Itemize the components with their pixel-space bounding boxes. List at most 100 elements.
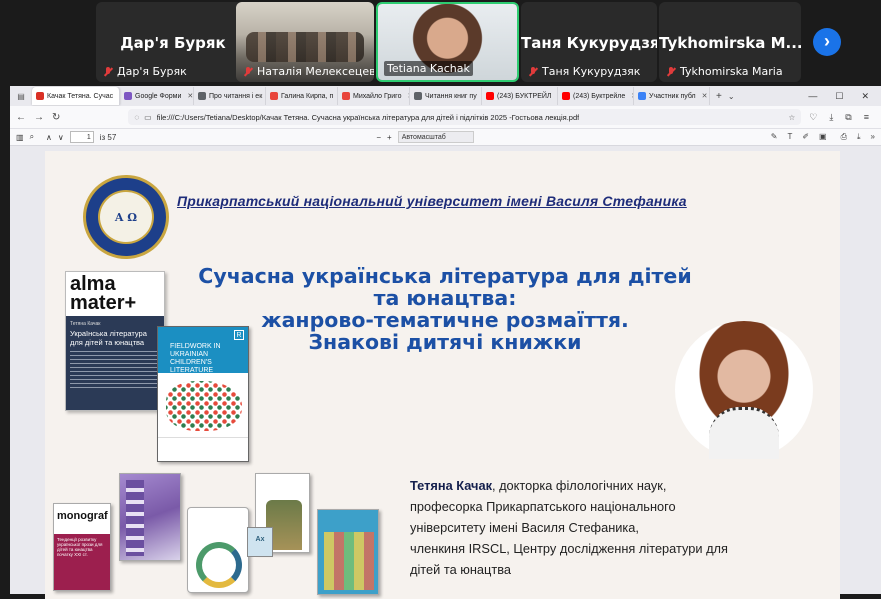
chevron-right-icon: › xyxy=(824,31,830,51)
book-cover-alma-mater: alma mater+ Тетяна Качак Українська літе… xyxy=(65,271,165,411)
chevron-down-icon[interactable]: ⌄ xyxy=(728,92,735,101)
site-icon xyxy=(270,92,278,100)
page-number-input[interactable]: 1 xyxy=(69,131,94,143)
pocket-icon[interactable]: ♡ xyxy=(809,112,817,123)
book-cover-fieldwork: R Fieldwork in Ukrainian Children's Lite… xyxy=(157,326,249,462)
address-bar-text: file:///C:/Users/Tetiana/Desktop/Качак Т… xyxy=(156,112,580,122)
site-icon xyxy=(638,92,646,100)
tab-reading[interactable]: Про читання і ек ✕ xyxy=(194,87,266,105)
participant-name: Дар'я Буряк xyxy=(120,34,226,52)
new-tab-button[interactable]: + xyxy=(710,91,728,102)
tab-list-icon[interactable]: ▤ xyxy=(10,92,32,101)
author-university: університету імені Василя Стефаника, xyxy=(410,520,639,535)
page-down-icon[interactable]: ∨ xyxy=(58,133,64,142)
book-cover-blue-grid xyxy=(317,509,379,595)
pdf-toolbar: ▥ ⌕ ∧ ∨ 1 із 57 − + Автомасштаб ✎ T ✐ ▣ … xyxy=(10,128,881,146)
extensions-icon[interactable]: ⧉ xyxy=(845,112,851,123)
minimize-icon[interactable]: — xyxy=(808,91,817,102)
participant-caption: Таня Кукурудзяк xyxy=(527,65,640,78)
save-icon[interactable]: ⤓ xyxy=(857,132,861,142)
downloads-icon[interactable]: ⤓ xyxy=(829,112,833,123)
tab-label: Михайло Григо xyxy=(353,92,402,100)
toolbar-icons: ♡ ⤓ ⧉ ≡ xyxy=(809,112,875,123)
text-icon[interactable]: T xyxy=(787,132,792,142)
book-cover-ring xyxy=(187,507,249,593)
participant-caption-label: Tykhomirska Maria xyxy=(680,65,783,78)
more-tools-icon[interactable]: » xyxy=(871,132,875,142)
tab-pdf-lecture[interactable]: Качак Тетяна. Сучас ✕ xyxy=(32,87,120,105)
book-brand: alma mater+ xyxy=(70,273,137,314)
pdf-annotation-tools: ✎ T ✐ ▣ ⎙ ⤓ » xyxy=(771,132,875,142)
author-position: професорка Прикарпатського національного xyxy=(410,499,676,514)
participant-tile-nataliia[interactable]: Наталія Мелексецева xyxy=(236,2,374,82)
tab-youtube-1[interactable]: (243) БУКТРЕЙЛ ✕ xyxy=(482,87,558,105)
tab-youtube-2[interactable]: (243) Буктрейле ✕ xyxy=(558,87,634,105)
tab-participant[interactable]: Участник публ ✕ xyxy=(634,87,710,105)
tab-reading-books[interactable]: Читання книг пу ✕ xyxy=(410,87,482,105)
mic-muted-icon xyxy=(242,66,254,78)
sidebar-toggle-icon[interactable]: ▥ xyxy=(16,133,24,142)
close-tab-icon[interactable]: ✕ xyxy=(184,92,193,100)
participant-caption-label: Дар'я Буряк xyxy=(117,65,187,78)
reload-icon[interactable]: ↻ xyxy=(52,112,60,123)
google-forms-icon xyxy=(124,92,132,100)
book-title: Тенденції розвитку української прози для… xyxy=(54,534,110,590)
book-mini-label: Ax xyxy=(255,536,265,543)
participant-tile-tetiana-speaking[interactable]: Tetiana Kachak xyxy=(376,2,519,82)
participant-caption: Наталія Мелексецева xyxy=(242,65,374,78)
book-author: Тетяна Качак xyxy=(70,321,101,327)
navigation-bar: ← → ↻ ◌ ▭ file:///C:/Users/Tetiana/Deskt… xyxy=(10,106,881,128)
tab-halyna-kyrpa[interactable]: Галина Кирпа, п ✕ xyxy=(266,87,338,105)
bookmark-star-icon[interactable]: ☆ xyxy=(789,113,796,122)
back-arrow-icon[interactable]: ← xyxy=(16,112,26,123)
lecture-title: Сучасна українська література для дітей … xyxy=(195,265,695,353)
participant-tile-darya[interactable]: Дар'я Буряк Дар'я Буряк xyxy=(96,2,250,82)
address-bar[interactable]: ◌ ▭ file:///C:/Users/Tetiana/Desktop/Кач… xyxy=(128,109,802,125)
tab-google-forms[interactable]: Google Форми ✕ xyxy=(120,87,194,105)
print-icon[interactable]: ⎙ xyxy=(841,132,847,142)
participant-caption: Tykhomirska Maria xyxy=(665,65,783,78)
page-count: із 57 xyxy=(99,132,117,142)
menu-icon[interactable]: ≡ xyxy=(864,112,869,123)
tab-label: (243) БУКТРЕЙЛ xyxy=(497,92,552,100)
image-icon[interactable]: ▣ xyxy=(819,132,827,142)
page-up-icon[interactable]: ∧ xyxy=(46,133,52,142)
file-icon: ▭ xyxy=(144,112,152,122)
participant-tile-tanya[interactable]: Таня Кукурудзяк Таня Кукурудзяк xyxy=(521,2,657,82)
tab-label: (243) Буктрейле xyxy=(573,92,626,100)
tab-label: Про читання і ек xyxy=(209,92,263,100)
author-membership-cont: дітей та юнацтва xyxy=(410,562,511,577)
close-window-icon[interactable]: ✕ xyxy=(861,91,869,102)
draw-icon[interactable]: ✐ xyxy=(802,132,809,142)
participant-tile-tykhomirska[interactable]: Tykhomirska M... Tykhomirska Maria xyxy=(659,2,801,82)
publisher-logo: R xyxy=(234,330,244,340)
close-tab-icon[interactable]: ✕ xyxy=(699,92,708,100)
zoom-in-button[interactable]: + xyxy=(387,133,392,142)
university-name: Прикарпатський національний університет … xyxy=(177,193,687,209)
youtube-icon xyxy=(486,92,494,100)
pdf-viewer[interactable]: Α Ω Прикарпатський національний універси… xyxy=(10,146,881,599)
highlight-icon[interactable]: ✎ xyxy=(771,132,778,142)
book-cover-purple xyxy=(119,473,181,561)
tab-mykhailo[interactable]: Михайло Григо ✕ xyxy=(338,87,410,105)
zoom-select[interactable]: Автомасштаб xyxy=(397,131,474,143)
zoom-out-button[interactable]: − xyxy=(376,133,381,142)
forward-arrow-icon[interactable]: → xyxy=(34,112,44,123)
maximize-icon[interactable]: ☐ xyxy=(835,91,843,102)
mic-muted-icon xyxy=(527,66,539,78)
search-icon[interactable]: ⌕ xyxy=(30,132,34,142)
next-participants-button[interactable]: › xyxy=(813,28,841,56)
tab-label: Читання книг пу xyxy=(425,92,477,100)
book-map-illustration xyxy=(158,373,248,439)
meeting-participant-strip: Дар'я Буряк Дар'я Буряк Наталія Мелексец… xyxy=(0,0,881,84)
book-cover-monograf: monograf Тенденції розвитку української … xyxy=(53,503,111,591)
tab-label: Галина Кирпа, п xyxy=(281,92,334,100)
mic-muted-icon xyxy=(102,66,114,78)
tab-bar: ▤ Качак Тетяна. Сучас ✕ Google Форми ✕ П… xyxy=(10,86,881,106)
participant-caption-label: Tetiana Kachak xyxy=(387,62,470,75)
author-name: Тетяна Качак xyxy=(410,478,492,493)
tab-label: Качак Тетяна. Сучас xyxy=(47,92,114,100)
mic-muted-icon xyxy=(665,66,677,78)
shield-icon: ◌ xyxy=(134,112,140,122)
title-line: жанрово-тематичне розмаїття. xyxy=(261,308,629,332)
